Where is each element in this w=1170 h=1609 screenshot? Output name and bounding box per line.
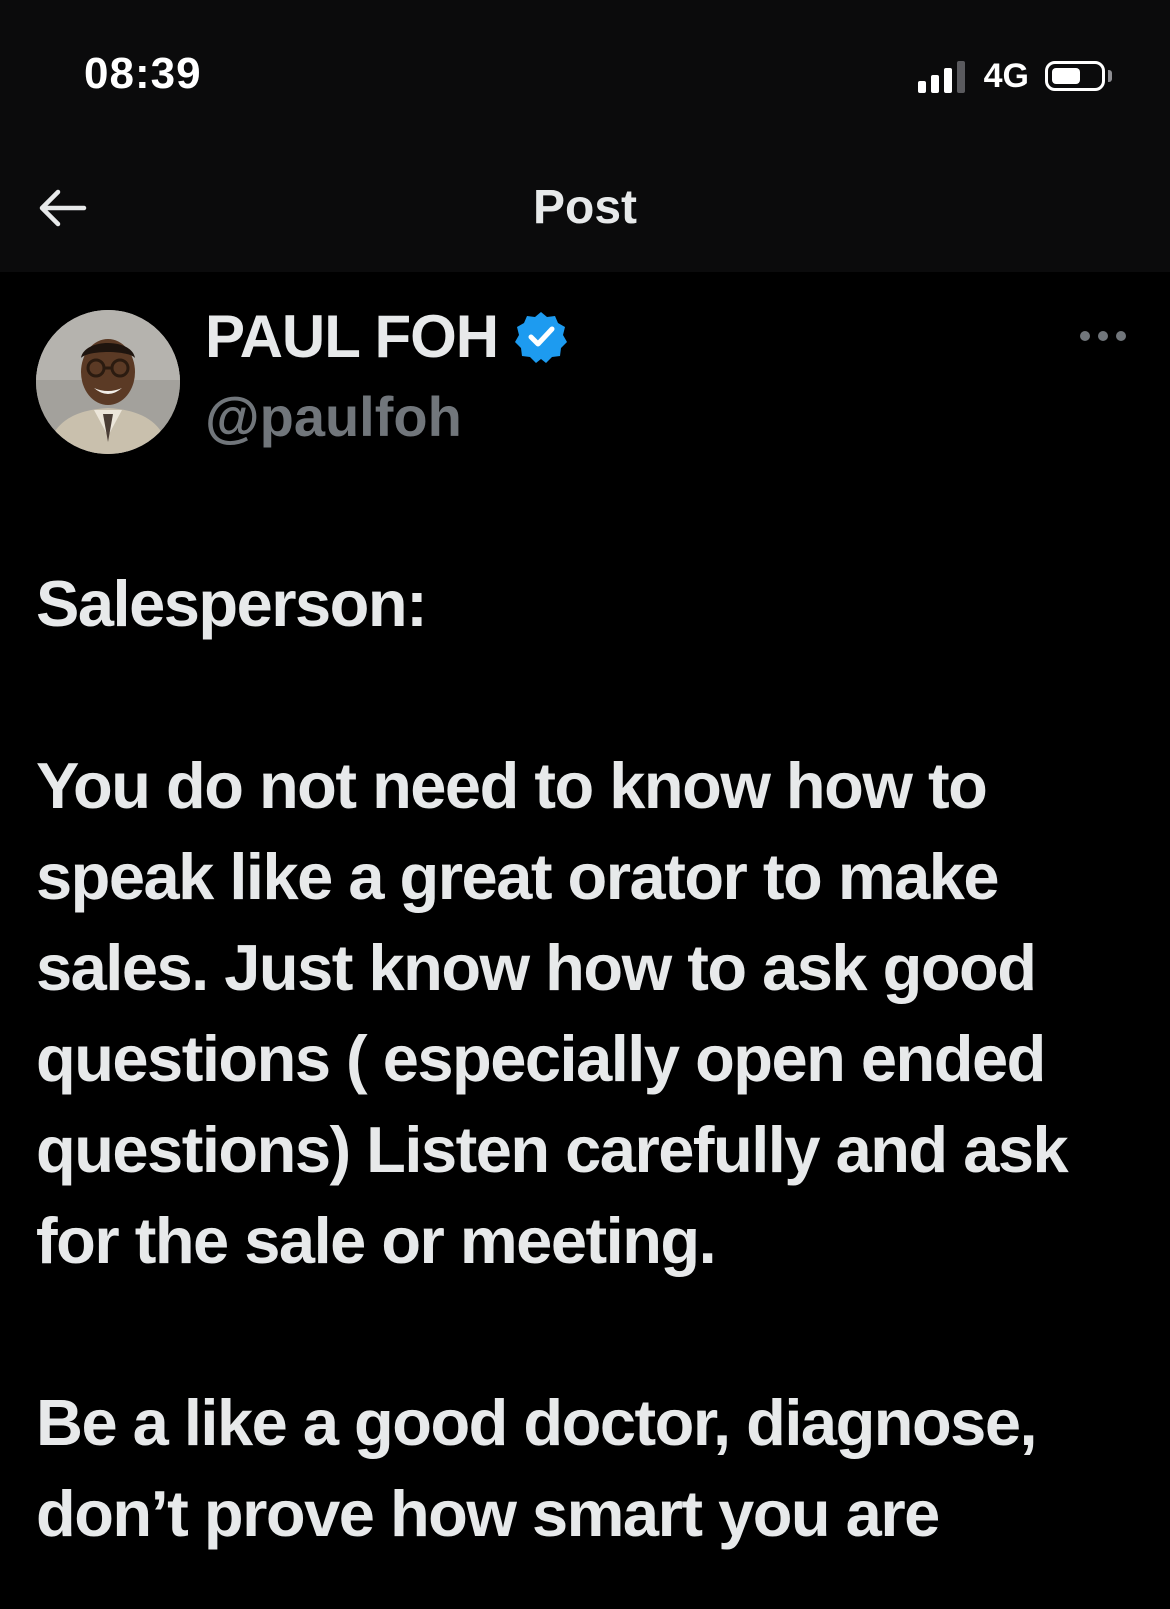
status-indicators: 4G bbox=[917, 54, 1112, 98]
status-time: 08:39 bbox=[84, 49, 202, 98]
avatar[interactable] bbox=[36, 310, 180, 454]
more-horizontal-icon bbox=[1080, 331, 1126, 341]
page-title: Post bbox=[532, 181, 637, 234]
verified-badge-icon bbox=[515, 312, 568, 363]
post-paragraph: Salesperson: bbox=[36, 567, 428, 640]
network-type: 4G bbox=[983, 57, 1029, 95]
author-handle[interactable]: @paulfoh bbox=[205, 384, 462, 450]
author-display-name[interactable]: PAUL FOH bbox=[205, 302, 499, 372]
battery-icon bbox=[1045, 61, 1112, 91]
author-name-row[interactable]: PAUL FOH bbox=[205, 302, 568, 372]
cellular-signal-icon bbox=[917, 59, 970, 93]
battery-level bbox=[1052, 68, 1080, 84]
post-paragraph: Be a like a good doctor, diagnose, don’t… bbox=[36, 1386, 1038, 1550]
profile-photo bbox=[36, 310, 180, 454]
post-paragraph: You do not need to know how to speak lik… bbox=[36, 749, 1069, 1277]
more-options-button[interactable] bbox=[1076, 318, 1130, 354]
post-text: Salesperson: You do not need to know how… bbox=[36, 558, 1146, 1559]
top-bar: 08:39 4G Post bbox=[0, 0, 1170, 272]
